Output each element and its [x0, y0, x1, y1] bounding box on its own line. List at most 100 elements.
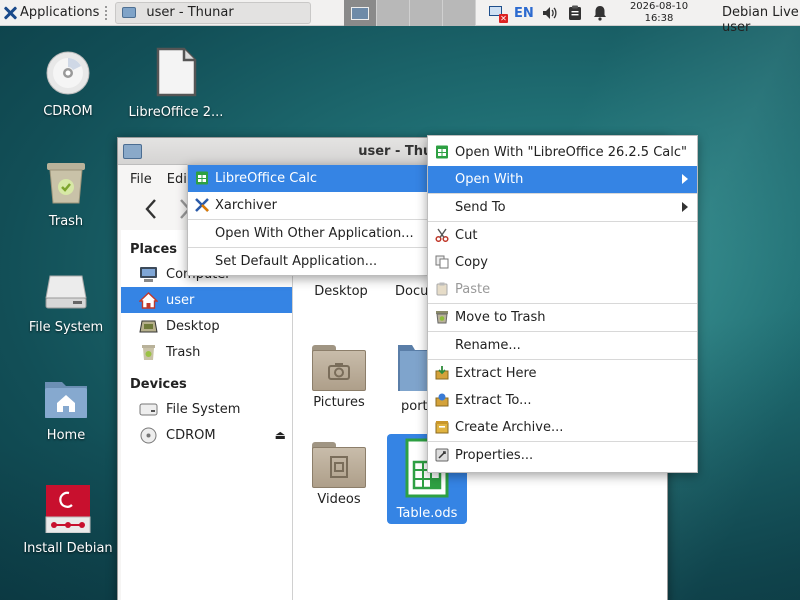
menu-item-label: Extract To...	[455, 393, 532, 408]
extract-to-icon	[435, 393, 449, 407]
applications-label: Applications	[20, 5, 100, 20]
menu-file[interactable]: File	[130, 172, 152, 187]
back-button[interactable]	[134, 198, 168, 226]
menu-item-send-to[interactable]: Send To	[428, 194, 697, 221]
volume-icon[interactable]	[542, 5, 558, 21]
properties-icon	[435, 448, 449, 462]
desktop-icon-label: Trash	[48, 214, 84, 229]
keyboard-layout-indicator[interactable]: EN	[514, 6, 534, 21]
menu-item-label: Xarchiver	[215, 198, 277, 213]
sidebar-item-desktop[interactable]: Desktop	[121, 313, 292, 339]
menu-item-paste[interactable]: Paste	[428, 276, 697, 303]
sidebar-item-user[interactable]: user	[121, 287, 292, 313]
menu-item-set-default-application[interactable]: Set Default Application...	[188, 248, 428, 275]
clock[interactable]: 2026-08-10 16:38	[620, 1, 698, 25]
panel-separator	[105, 5, 111, 20]
file-item-public[interactable]: port	[381, 345, 431, 414]
sidebar-item-trash[interactable]: Trash	[121, 339, 292, 365]
menu-item-move-to-trash[interactable]: Move to Trash	[428, 304, 697, 331]
user-menu[interactable]: Debian Live user	[722, 5, 800, 35]
clipboard-icon[interactable]	[567, 5, 583, 21]
file-item-pictures[interactable]: Pictures	[299, 345, 379, 410]
copy-icon	[435, 255, 449, 269]
harddrive-icon	[139, 403, 158, 415]
menu-item-properties[interactable]: Properties...	[428, 442, 697, 469]
menu-item-label: Send To	[455, 200, 506, 215]
sidebar-item-cdrom[interactable]: CDROM ⏏	[121, 422, 292, 448]
debian-installer-icon	[45, 485, 91, 534]
cdrom-icon	[140, 427, 157, 443]
chevron-left-icon	[145, 199, 156, 219]
folder-icon	[122, 7, 137, 18]
eject-icon[interactable]: ⏏	[275, 428, 286, 442]
desktop-icon-label: Install Debian	[23, 541, 113, 556]
clock-time: 16:38	[644, 13, 674, 24]
file-item-label: Table.ods	[396, 506, 458, 521]
menu-item-extract-here[interactable]: Extract Here	[428, 360, 697, 387]
menu-item-copy[interactable]: Copy	[428, 249, 697, 276]
harddrive-icon	[45, 275, 87, 309]
menu-item-label: Set Default Application...	[215, 254, 378, 269]
menu-item-extract-to[interactable]: Extract To...	[428, 387, 697, 414]
top-panel: Applications user - Thunar ✕ EN 2026-08-…	[0, 0, 800, 35]
workspace-switcher	[344, 0, 476, 26]
desktop-icon-libreoffice[interactable]: LibreOffice 2...	[126, 47, 226, 120]
taskbar-button-thunar[interactable]: user - Thunar	[115, 1, 312, 24]
submenu-arrow-icon	[682, 174, 688, 184]
sidebar-item-label: CDROM	[166, 427, 216, 443]
sidebar-item-label: Desktop	[166, 318, 220, 334]
menu-item-libreoffice-calc[interactable]: LibreOffice Calc	[188, 165, 428, 192]
menu-item-open-with[interactable]: Open With	[428, 166, 697, 193]
pictures-folder-icon	[312, 345, 366, 391]
paste-icon	[436, 282, 448, 296]
menu-item-cut[interactable]: Cut	[428, 222, 697, 249]
menu-item-open-with-other[interactable]: Open With Other Application...	[188, 220, 428, 247]
calc-icon	[196, 171, 208, 185]
workspace-2[interactable]	[377, 0, 410, 26]
menu-item-open-with-calc[interactable]: Open With "LibreOffice 26.2.5 Calc"	[428, 139, 697, 166]
menu-item-rename[interactable]: Rename...	[428, 332, 697, 359]
file-item-videos[interactable]: Videos	[299, 442, 379, 507]
menu-item-label: LibreOffice Calc	[215, 171, 318, 186]
calc-icon	[436, 145, 448, 159]
menu-item-label: Create Archive...	[455, 420, 564, 435]
document-icon	[156, 47, 197, 97]
desktop-icon	[139, 320, 158, 332]
trash-icon	[436, 311, 448, 324]
desktop-icon-home[interactable]: Home	[16, 378, 116, 443]
menu-item-label: Paste	[455, 282, 491, 297]
desktop-icon-label: CDROM	[43, 104, 93, 119]
menu-item-label: Copy	[455, 255, 488, 270]
menu-item-label: Properties...	[455, 448, 534, 463]
network-disconnected-icon[interactable]: ✕	[488, 5, 508, 23]
menu-item-create-archive[interactable]: Create Archive...	[428, 414, 697, 441]
window-thumbnail-icon	[351, 6, 369, 20]
trash-icon	[142, 344, 155, 360]
workspace-1[interactable]	[344, 0, 377, 26]
devices-header: Devices	[130, 377, 187, 392]
desktop-icon-filesystem[interactable]: File System	[16, 270, 116, 335]
desktop-icon-install-debian[interactable]: Install Debian	[18, 485, 118, 556]
sidebar-item-label: user	[166, 292, 195, 308]
open-with-submenu: LibreOffice Calc Xarchiver Open With Oth…	[187, 164, 429, 276]
sidebar-item-filesystem[interactable]: File System	[121, 396, 292, 422]
file-item-label: port	[401, 399, 428, 414]
menu-item-label: Open With	[455, 172, 524, 187]
videos-folder-icon	[312, 442, 366, 488]
workspace-3[interactable]	[410, 0, 443, 26]
menu-item-xarchiver[interactable]: Xarchiver	[188, 192, 428, 219]
menu-item-label: Rename...	[455, 338, 521, 353]
desktop-icon-trash[interactable]: Trash	[16, 160, 116, 229]
notifications-bell-icon[interactable]	[592, 5, 608, 21]
file-item-label: Videos	[317, 492, 361, 507]
desktop-icon-cdrom[interactable]: CDROM	[18, 50, 118, 119]
file-item-label: Pictures	[313, 395, 365, 410]
workspace-4[interactable]	[443, 0, 476, 26]
public-folder-icon	[398, 345, 428, 391]
computer-icon	[140, 266, 157, 282]
sidebar-item-label: Trash	[166, 344, 201, 360]
menu-item-label: Open With Other Application...	[215, 226, 414, 241]
taskbar-button-label: user - Thunar	[146, 5, 234, 20]
xfce-logo-icon	[3, 6, 17, 20]
applications-menu-button[interactable]: Applications	[0, 0, 103, 26]
